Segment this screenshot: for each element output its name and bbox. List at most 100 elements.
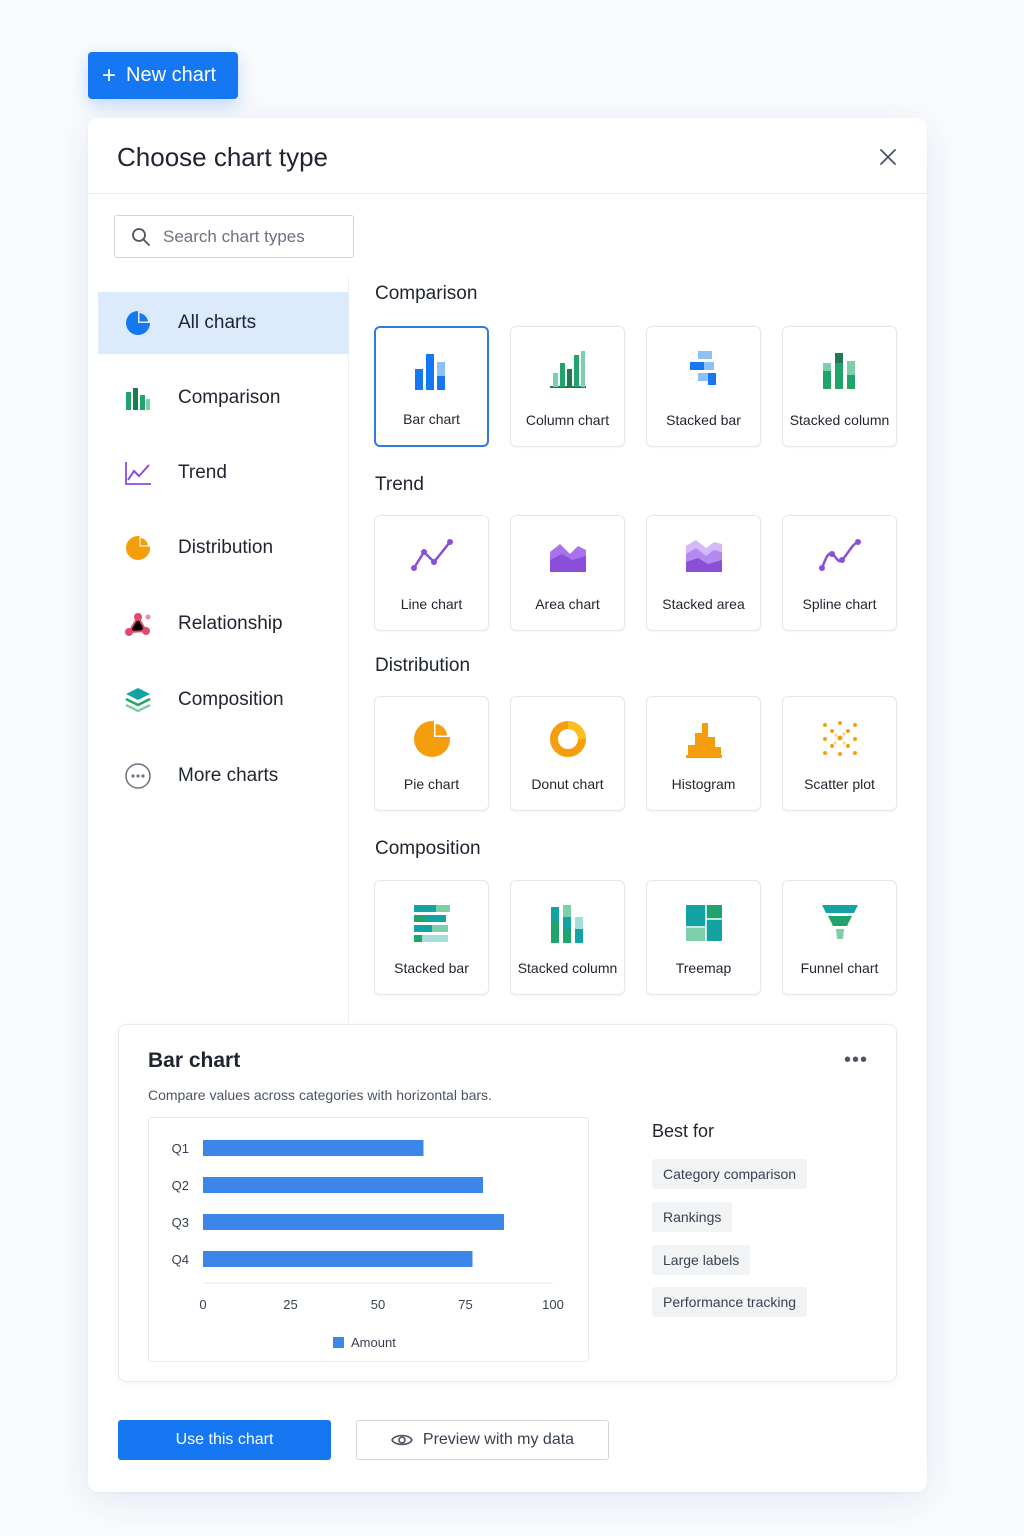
chart-card-label: Area chart <box>535 596 600 612</box>
dialog-header: Choose chart type <box>88 118 927 194</box>
sidebar-item-comparison[interactable]: Comparison <box>98 367 349 429</box>
bar <box>203 1177 483 1193</box>
bar-chart-icon <box>414 354 445 390</box>
chart-card-stacked-column[interactable]: Stacked column <box>782 326 897 447</box>
x-tick-label: 0 <box>199 1297 206 1312</box>
pie-icon <box>124 309 152 337</box>
chart-card-label: Line chart <box>400 596 463 612</box>
chart-card-stacked-bar-composition[interactable]: Stacked bar <box>374 880 489 995</box>
sidebar-item-label: Comparison <box>178 387 281 408</box>
sidebar-item-label: Distribution <box>178 537 274 558</box>
sidebar-item-label: Relationship <box>178 613 283 634</box>
chart-type-dialog: Choose chart type All charts <box>88 118 927 1492</box>
new-chart-button[interactable]: + New chart <box>88 52 238 99</box>
chart-card-label: Histogram <box>671 776 736 792</box>
sidebar-item-all-charts[interactable]: All charts <box>98 292 349 354</box>
stacked-area-icon <box>685 540 722 572</box>
trend-icon <box>124 459 152 487</box>
best-for-tag: Rankings <box>652 1202 733 1232</box>
category-label: Q1 <box>172 1141 189 1156</box>
x-tick-label: 50 <box>371 1297 385 1312</box>
sidebar-item-distribution[interactable]: Distribution <box>98 517 349 579</box>
best-for-tag: Large labels <box>652 1245 751 1275</box>
chart-card-label: Stacked column <box>789 412 890 428</box>
chart-card-donut-chart[interactable]: Donut chart <box>510 696 625 811</box>
search-input[interactable] <box>163 226 343 247</box>
chart-card-label: Bar chart <box>403 411 460 427</box>
preview-button-label: Preview with my data <box>422 1431 575 1448</box>
sidebar-item-trend[interactable]: Trend <box>98 442 349 504</box>
stacked-column-icon <box>822 353 855 389</box>
sidebar-item-relationship[interactable]: Relationship <box>98 593 349 655</box>
sidebar-item-label: Trend <box>178 462 227 483</box>
chart-card-histogram[interactable]: Histogram <box>646 696 761 811</box>
eye-icon <box>391 1434 413 1446</box>
chart-card-spline-chart[interactable]: Spline chart <box>782 515 897 631</box>
legend-label: Amount <box>351 1335 396 1350</box>
chart-card-stacked-bar[interactable]: Stacked bar <box>646 326 761 447</box>
best-for-title: Best for <box>652 1121 715 1141</box>
detail-description: Compare values across categories with ho… <box>148 1087 492 1103</box>
sidebar-item-label: All charts <box>178 312 257 333</box>
sidebar-item-composition[interactable]: Composition <box>98 669 349 731</box>
section-title-trend: Trend <box>375 474 424 495</box>
x-tick-label: 100 <box>542 1297 564 1312</box>
treemap-icon <box>685 905 722 941</box>
spline-chart-icon <box>818 539 861 571</box>
chart-card-scatter-plot[interactable]: Scatter plot <box>782 696 897 811</box>
chart-card-line-chart[interactable]: Line chart <box>374 515 489 631</box>
chart-card-stacked-column-composition[interactable]: Stacked column <box>510 880 625 995</box>
stacked-bar-icon <box>413 905 450 942</box>
chart-preview: Q1 Q2 Q3 Q4 0 25 50 75 100 Amount <box>148 1117 589 1362</box>
chart-card-treemap[interactable]: Treemap <box>646 880 761 995</box>
more-icon <box>124 762 152 790</box>
search-box[interactable] <box>114 215 354 258</box>
new-chart-label: New chart <box>126 64 217 86</box>
chart-card-area-chart[interactable]: Area chart <box>510 515 625 631</box>
bar-icon <box>124 384 152 412</box>
bar <box>203 1214 504 1230</box>
chart-card-column-chart[interactable]: Column chart <box>510 326 625 447</box>
stacked-bar-icon <box>689 351 716 385</box>
stacked-column-icon <box>550 905 583 943</box>
chart-card-stacked-area[interactable]: Stacked area <box>646 515 761 631</box>
bar-chart-preview: Q1 Q2 Q3 Q4 0 25 50 75 100 Amount <box>172 1140 564 1350</box>
dialog-title: Choose chart type <box>117 142 329 172</box>
sidebar-item-more-charts[interactable]: More charts <box>98 745 349 807</box>
detail-title: Bar chart <box>148 1049 241 1072</box>
chart-card-funnel-chart[interactable]: Funnel chart <box>782 880 897 995</box>
layers-icon <box>124 686 152 714</box>
plus-icon: + <box>102 61 117 89</box>
chart-card-bar-chart[interactable]: Bar chart <box>374 326 489 447</box>
bar <box>203 1140 424 1156</box>
section-title-distribution: Distribution <box>375 655 471 676</box>
category-label: Q4 <box>172 1252 189 1267</box>
close-icon[interactable] <box>879 148 897 166</box>
section-title-comparison: Comparison <box>375 283 478 304</box>
preview-with-my-data-button[interactable]: Preview with my data <box>356 1420 609 1460</box>
chart-card-label: Stacked area <box>662 596 745 612</box>
category-sidebar: All charts Comparison Trend Distribution… <box>88 278 349 1023</box>
category-label: Q2 <box>172 1178 189 1193</box>
pie-chart-icon <box>413 720 450 757</box>
chart-card-pie-chart[interactable]: Pie chart <box>374 696 489 811</box>
x-tick-label: 25 <box>283 1297 297 1312</box>
funnel-chart-icon <box>821 905 858 939</box>
network-icon <box>124 610 152 638</box>
chart-card-label: Donut chart <box>531 776 604 792</box>
donut-chart-icon <box>549 721 586 757</box>
search-icon <box>132 227 150 246</box>
use-this-chart-button[interactable]: Use this chart <box>118 1420 331 1460</box>
scatter-plot-icon <box>822 721 857 756</box>
chart-card-label: Pie chart <box>403 776 460 792</box>
pie-icon <box>124 534 152 562</box>
sidebar-item-label: More charts <box>178 765 279 786</box>
chart-card-label: Column chart <box>525 412 610 428</box>
chart-card-label: Stacked column <box>517 960 618 976</box>
bar <box>203 1251 473 1267</box>
chart-card-label: Scatter plot <box>804 776 875 792</box>
best-for-tag: Category comparison <box>652 1159 808 1189</box>
more-options-icon[interactable]: ••• <box>844 1049 868 1072</box>
legend-swatch <box>333 1337 344 1348</box>
column-chart-icon <box>549 351 586 388</box>
